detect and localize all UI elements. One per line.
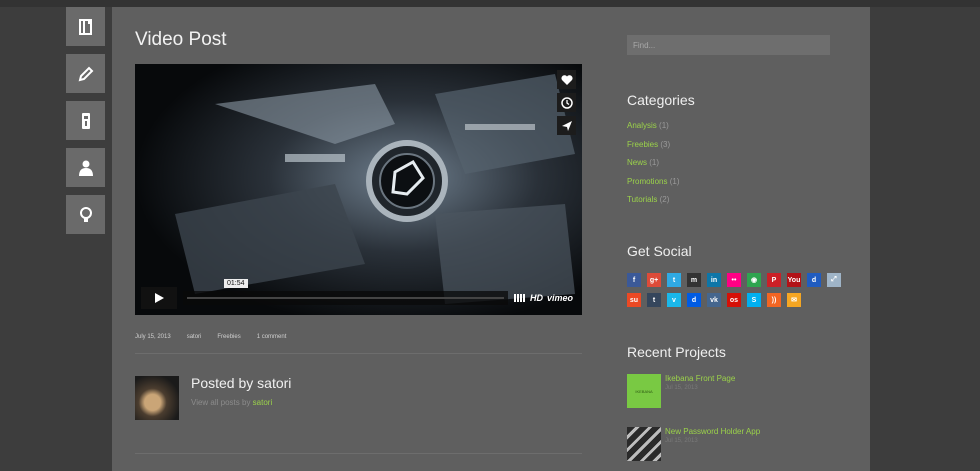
video-time: 01:54: [224, 279, 248, 288]
lastfm-icon[interactable]: os: [727, 293, 741, 307]
google-plus-icon[interactable]: g+: [647, 273, 661, 287]
twitter-icon[interactable]: t: [667, 273, 681, 287]
list-item[interactable]: Freebies (3): [627, 140, 679, 159]
watch-later-button[interactable]: [557, 93, 576, 112]
pencil-icon: [78, 66, 93, 81]
social-title: Get Social: [627, 243, 692, 259]
video-controls: 01:54 HD vimeo: [141, 279, 576, 309]
rss-icon[interactable]: )): [767, 293, 781, 307]
project-date: Jul 15, 2013: [665, 385, 698, 391]
project-item[interactable]: New Password Holder App Jul 15, 2013: [627, 427, 760, 461]
video-progress-track[interactable]: 01:54: [183, 279, 508, 305]
author-heading: Posted by satori: [191, 375, 292, 391]
categories-list: Analysis (1) Freebies (3) News (1) Promo…: [627, 121, 679, 214]
project-title[interactable]: New Password Holder App: [665, 427, 760, 436]
list-item[interactable]: Promotions (1): [627, 177, 679, 196]
pinterest-icon[interactable]: P: [767, 273, 781, 287]
list-item[interactable]: Tutorials (2): [627, 195, 679, 214]
nav-edit-button[interactable]: [66, 54, 105, 93]
nav-remote-button[interactable]: [66, 101, 105, 140]
post-author-link[interactable]: satori: [187, 334, 202, 340]
top-bar: [0, 0, 980, 7]
project-title[interactable]: Ikebana Front Page: [665, 374, 735, 383]
like-button[interactable]: [557, 70, 576, 89]
project-date: Jul 15, 2013: [665, 438, 698, 444]
divider: [135, 453, 582, 454]
linkedin-icon[interactable]: in: [707, 273, 721, 287]
video-player[interactable]: 01:54 HD vimeo: [135, 64, 582, 315]
post-comments-link[interactable]: 1 comment: [257, 334, 287, 340]
social-icons-row: f g+ t m in •• ◉ P You d ⤢: [627, 273, 841, 287]
remote-icon: [81, 112, 90, 129]
skype-icon[interactable]: S: [747, 293, 761, 307]
post-meta: July 15, 2013 satori Freebies 1 comment: [135, 334, 286, 340]
youtube-icon[interactable]: You: [787, 273, 801, 287]
author-link-prefix: View all posts by: [191, 398, 251, 407]
nav-book-button[interactable]: [66, 7, 105, 46]
progress-line: [187, 297, 504, 299]
play-button[interactable]: [141, 287, 177, 309]
author-avatar: [135, 376, 179, 420]
list-item[interactable]: News (1): [627, 158, 679, 177]
project-thumbnail[interactable]: [627, 427, 661, 461]
play-icon: [155, 293, 164, 303]
list-item[interactable]: Analysis (1): [627, 121, 679, 140]
categories-title: Categories: [627, 92, 695, 108]
side-nav: [66, 7, 105, 242]
video-thumbnail: [135, 64, 582, 315]
myspace-icon[interactable]: m: [687, 273, 701, 287]
divider: [135, 353, 582, 354]
post-date: July 15, 2013: [135, 334, 171, 340]
tumblr-icon[interactable]: t: [647, 293, 661, 307]
video-brand[interactable]: HD vimeo: [513, 293, 576, 303]
delicious-icon[interactable]: d: [807, 273, 821, 287]
project-item[interactable]: IKEBANA Ikebana Front Page Jul 15, 2013: [627, 374, 735, 408]
heart-icon: [560, 74, 573, 85]
content-panel: Video Post 01:54 HD vimeo July 15, 2013 …: [112, 7, 870, 471]
picasa-icon[interactable]: ◉: [747, 273, 761, 287]
projects-title: Recent Projects: [627, 344, 726, 360]
vimeo-logo: vimeo: [546, 293, 573, 303]
clock-icon: [560, 96, 573, 109]
author-posts-link[interactable]: satori: [253, 398, 273, 407]
social-icons-row: su t v d vk os S)) ✉: [627, 293, 801, 307]
hd-label: HD: [529, 293, 543, 303]
nav-idea-button[interactable]: [66, 195, 105, 234]
book-icon: [78, 18, 92, 35]
email-icon[interactable]: ✉: [787, 293, 801, 307]
send-icon: [561, 120, 572, 131]
share-video-button[interactable]: [557, 116, 576, 135]
stumbleupon-icon[interactable]: su: [627, 293, 641, 307]
flickr-icon[interactable]: ••: [727, 273, 741, 287]
post-title: Video Post: [135, 29, 227, 50]
digg-icon[interactable]: d: [687, 293, 701, 307]
volume-icon: [513, 294, 526, 302]
share-icon[interactable]: ⤢: [827, 273, 841, 287]
search-input[interactable]: [627, 35, 830, 55]
vk-icon[interactable]: vk: [707, 293, 721, 307]
video-side-controls: [557, 70, 576, 139]
nav-user-button[interactable]: [66, 148, 105, 187]
user-icon: [78, 160, 93, 176]
post-category-link[interactable]: Freebies: [217, 334, 240, 340]
project-thumbnail[interactable]: IKEBANA: [627, 374, 661, 408]
author-posts-link-text: View all posts by satori: [191, 398, 272, 407]
lightbulb-icon: [79, 206, 92, 222]
vimeo-icon[interactable]: v: [667, 293, 681, 307]
facebook-icon[interactable]: f: [627, 273, 641, 287]
